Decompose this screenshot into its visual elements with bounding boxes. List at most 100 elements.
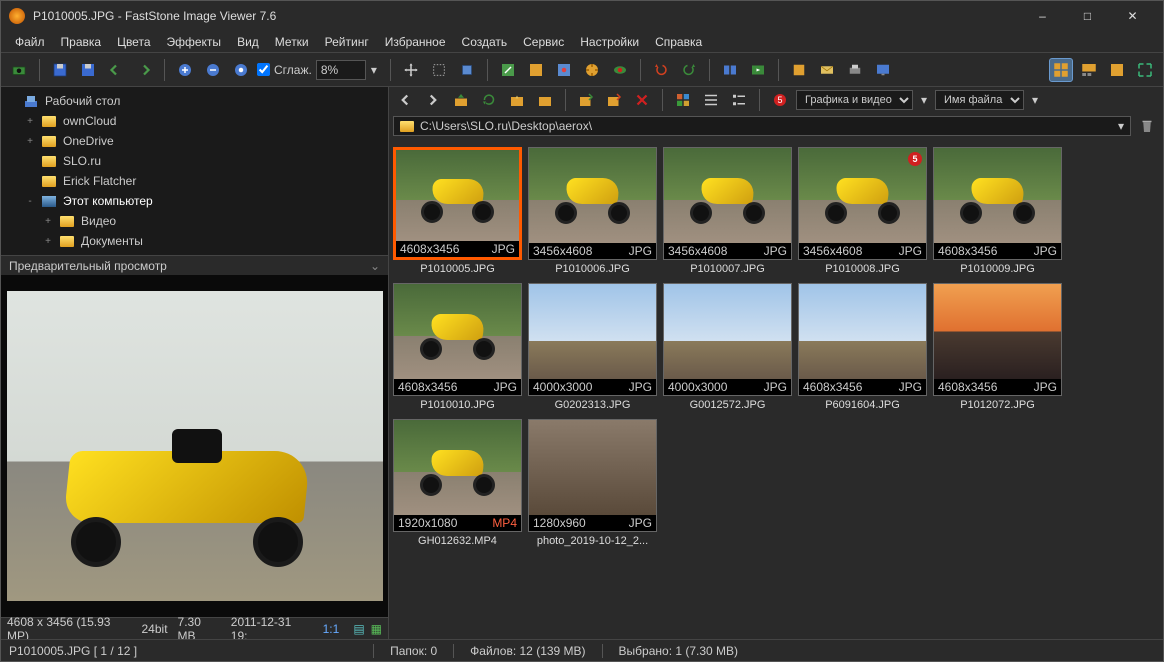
menu-Рейтинг[interactable]: Рейтинг: [317, 33, 377, 51]
thumb-name: P1010005.JPG: [393, 260, 522, 275]
maximize-button[interactable]: □: [1065, 1, 1110, 31]
tree-item[interactable]: -Этот компьютер: [1, 191, 388, 211]
resize-icon[interactable]: [496, 58, 520, 82]
tree-item[interactable]: Erick Flatcher: [1, 171, 388, 191]
tree-item[interactable]: SLO.ru: [1, 151, 388, 171]
menu-Вид[interactable]: Вид: [229, 33, 267, 51]
thumbnail[interactable]: 53456x4608JPGP1010008.JPG: [798, 147, 927, 275]
email-icon[interactable]: [815, 58, 839, 82]
zoom-input[interactable]: [316, 60, 366, 80]
adjust-icon[interactable]: [580, 58, 604, 82]
wallpaper-icon[interactable]: [871, 58, 895, 82]
preview-header[interactable]: Предварительный просмотр ⌄: [1, 255, 388, 275]
crop-icon[interactable]: [455, 58, 479, 82]
delete-icon[interactable]: [630, 88, 654, 112]
nav-fav-icon[interactable]: [505, 88, 529, 112]
address-bar[interactable]: C:\Users\SLO.ru\Desktop\aerox\ ▾: [393, 116, 1131, 136]
pan-icon[interactable]: [399, 58, 423, 82]
view-filmstrip-icon[interactable]: [1077, 58, 1101, 82]
tree-item[interactable]: +ownCloud: [1, 111, 388, 131]
acquire-icon[interactable]: [7, 58, 31, 82]
thumbnail[interactable]: 3456x4608JPGP1010006.JPG: [528, 147, 657, 275]
close-button[interactable]: ✕: [1110, 1, 1155, 31]
nav-back-icon[interactable]: [393, 88, 417, 112]
print-icon[interactable]: [843, 58, 867, 82]
thumb-dim: 4000x3000: [668, 380, 727, 394]
menu-Метки[interactable]: Метки: [267, 33, 317, 51]
nav-forward-icon[interactable]: [421, 88, 445, 112]
draw-icon[interactable]: [552, 58, 576, 82]
thumb-dim: 4000x3000: [533, 380, 592, 394]
minimize-button[interactable]: –: [1020, 1, 1065, 31]
view-list-icon[interactable]: [727, 88, 751, 112]
menu-Файл[interactable]: Файл: [7, 33, 53, 51]
filter-select[interactable]: Графика и видео: [796, 90, 913, 110]
move-to-icon[interactable]: [602, 88, 626, 112]
thumbnail[interactable]: 3456x4608JPGP1010007.JPG: [663, 147, 792, 275]
nav-home-icon[interactable]: [533, 88, 557, 112]
collapse-icon[interactable]: ⌄: [370, 259, 380, 273]
preview-pane[interactable]: [1, 275, 388, 617]
thumbnail[interactable]: 4608x3456JPGP1010009.JPG: [933, 147, 1062, 275]
view-details-icon[interactable]: [699, 88, 723, 112]
undo-icon[interactable]: [104, 58, 128, 82]
thumbnail[interactable]: 4608x3456JPGP1010005.JPG: [393, 147, 522, 275]
thumbnail-area[interactable]: 4608x3456JPGP1010005.JPG3456x4608JPGP101…: [389, 139, 1163, 639]
thumbnail[interactable]: 4608x3456JPGP6091604.JPG: [798, 283, 927, 411]
tree-item[interactable]: +Видео: [1, 211, 388, 231]
nav-up-icon[interactable]: [449, 88, 473, 112]
thumb-image: [664, 284, 791, 379]
thumbnail[interactable]: 4000x3000JPGG0202313.JPG: [528, 283, 657, 411]
histogram-icon[interactable]: ▤: [353, 622, 364, 636]
thumbnail[interactable]: 4608x3456JPGP1010010.JPG: [393, 283, 522, 411]
menu-Создать[interactable]: Создать: [454, 33, 516, 51]
slideshow-icon[interactable]: [746, 58, 770, 82]
sort-select[interactable]: Имя файла: [935, 90, 1024, 110]
thumbnail[interactable]: 4000x3000JPGG0012572.JPG: [663, 283, 792, 411]
thumb-ext: JPG: [899, 244, 922, 258]
view-single-icon[interactable]: [1105, 58, 1129, 82]
menu-Цвета[interactable]: Цвета: [109, 33, 158, 51]
info-ratio[interactable]: 1:1: [319, 622, 344, 636]
save-icon[interactable]: [48, 58, 72, 82]
tree-item[interactable]: +OneDrive: [1, 131, 388, 151]
redo-icon[interactable]: [132, 58, 156, 82]
rotate-right-icon[interactable]: [677, 58, 701, 82]
canvas-icon[interactable]: [524, 58, 548, 82]
sort-dropdown-icon[interactable]: ▾: [1028, 88, 1042, 112]
compare-icon[interactable]: [718, 58, 742, 82]
save-as-icon[interactable]: [76, 58, 100, 82]
filter-dropdown-icon[interactable]: ▾: [917, 88, 931, 112]
menu-Избранное[interactable]: Избранное: [377, 33, 454, 51]
menu-Правка[interactable]: Правка: [53, 33, 110, 51]
zoom-in-icon[interactable]: [173, 58, 197, 82]
zoom-fit-icon[interactable]: [229, 58, 253, 82]
tree-item[interactable]: +Документы: [1, 231, 388, 251]
menu-Сервис[interactable]: Сервис: [515, 33, 572, 51]
trash-icon[interactable]: [1135, 114, 1159, 138]
menu-Настройки[interactable]: Настройки: [572, 33, 647, 51]
thumbnail[interactable]: 1280x960JPGphoto_2019-10-12_2...: [528, 419, 657, 547]
address-dropdown-icon[interactable]: ▾: [1118, 119, 1124, 133]
zoom-dropdown-icon[interactable]: ▾: [366, 58, 382, 82]
info-icon[interactable]: ▦: [371, 622, 382, 636]
nav-refresh-icon[interactable]: [477, 88, 501, 112]
thumbnail[interactable]: 4608x3456JPGP1012072.JPG: [933, 283, 1062, 411]
thumb-name: P1010008.JPG: [798, 260, 927, 275]
view-large-icon[interactable]: [671, 88, 695, 112]
settings-icon[interactable]: [787, 58, 811, 82]
thumbnail[interactable]: 1920x1080MP4GH012632.MP4: [393, 419, 522, 547]
menu-Справка[interactable]: Справка: [647, 33, 710, 51]
copy-to-icon[interactable]: [574, 88, 598, 112]
view-fullscreen-icon[interactable]: [1133, 58, 1157, 82]
menu-Эффекты[interactable]: Эффекты: [159, 33, 230, 51]
red-eye-icon[interactable]: [608, 58, 632, 82]
smooth-checkbox[interactable]: Сглаж.: [257, 63, 312, 77]
tree-root[interactable]: Рабочий стол: [1, 91, 388, 111]
tag-icon[interactable]: 5: [768, 88, 792, 112]
rotate-left-icon[interactable]: [649, 58, 673, 82]
zoom-out-icon[interactable]: [201, 58, 225, 82]
select-icon[interactable]: [427, 58, 451, 82]
view-thumbnails-icon[interactable]: [1049, 58, 1073, 82]
folder-tree[interactable]: Рабочий стол +ownCloud+OneDriveSLO.ruEri…: [1, 87, 388, 255]
